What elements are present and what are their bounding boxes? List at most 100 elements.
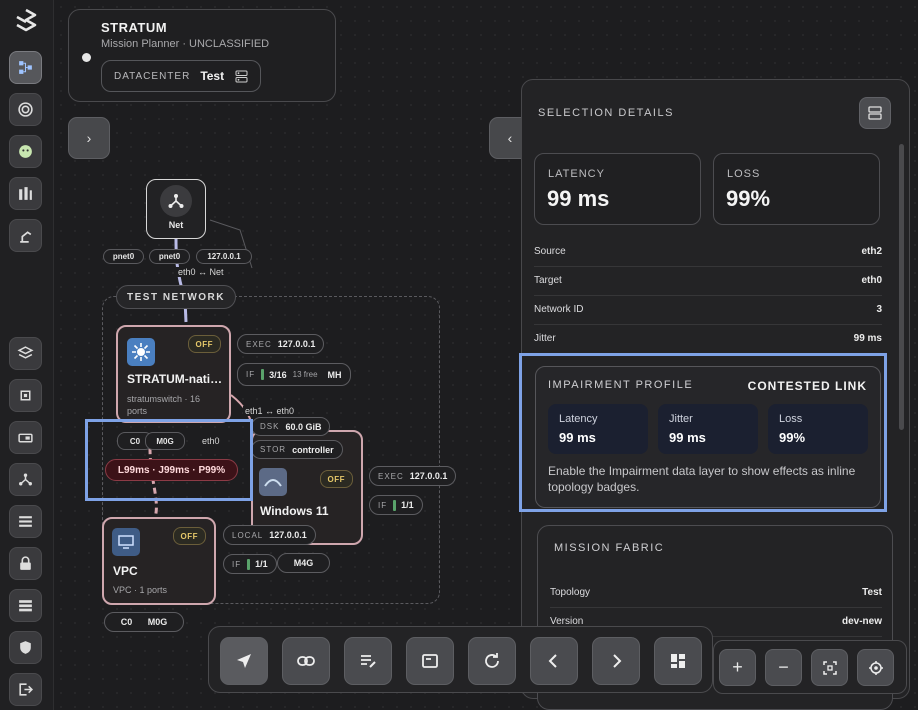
previous-button[interactable]	[530, 637, 578, 685]
cursor-arrow-icon	[237, 654, 251, 668]
dsk-value: 60.0 GiB	[285, 421, 322, 432]
windows-if-pill: IF 1/1	[369, 495, 423, 515]
fabric-title: MISSION FABRIC	[554, 542, 665, 554]
switch-meta-ports: ports	[127, 406, 148, 416]
mem-value: M4G	[293, 558, 314, 568]
chevron-left-icon	[548, 654, 557, 668]
mem-value: M0G	[147, 617, 168, 627]
exec-key: EXEC	[246, 339, 272, 349]
local-value: 127.0.0.1	[269, 530, 307, 540]
if-usage-bar	[247, 558, 251, 570]
if-value: 1/1	[401, 500, 414, 510]
cpu-value: C0	[120, 617, 133, 627]
loss-value: 99%	[726, 186, 771, 211]
if-extra: MH	[327, 369, 342, 380]
zoom-in-button[interactable]: +	[719, 649, 756, 686]
net-chip-pnet0-b: pnet0	[149, 249, 190, 264]
row-value: Test	[862, 587, 882, 598]
latency-value: 99 ms	[547, 186, 610, 211]
center-view-button[interactable]	[857, 649, 894, 686]
window-tool-button[interactable]	[406, 637, 454, 685]
latency-label: LATENCY	[548, 168, 605, 180]
row-value: dev-new	[841, 616, 882, 627]
row-key: Topology	[550, 587, 591, 598]
panel-title: SELECTION DETAILS	[538, 107, 674, 119]
windows-name: Windows 11	[260, 504, 329, 518]
plus-icon: +	[732, 657, 743, 677]
vpc-name: VPC	[113, 564, 138, 578]
row-value: 99 ms	[853, 333, 882, 344]
if-free: 13 free	[292, 370, 318, 379]
fabric-row-topology: Topology Test	[550, 578, 882, 608]
window-icon	[422, 654, 438, 668]
latency-stat: LATENCY 99 ms	[534, 153, 701, 225]
switch-node[interactable]: OFF STRATUM-nati… stratumswitch · 16 por…	[116, 325, 231, 423]
detail-row-jitter: Jitter 99 ms	[534, 324, 882, 353]
if-key: IF	[246, 370, 256, 379]
edge-label-sw-win: eth1 ↔ eth0	[243, 406, 297, 416]
detail-row-source: Source eth2	[534, 237, 882, 267]
power-status-badge: OFF	[172, 527, 206, 545]
crosshair-icon	[868, 660, 883, 675]
windows-icon	[259, 468, 287, 496]
stor-value: controller	[292, 444, 334, 455]
net-chip-pnet0-a: pnet0	[103, 249, 144, 264]
refresh-button[interactable]	[468, 637, 516, 685]
select-tool-button[interactable]	[220, 637, 268, 685]
row-value: eth0	[861, 275, 882, 286]
bottom-toolbar	[208, 626, 713, 693]
if-usage-bar	[261, 369, 265, 380]
windows-mem-pill: M4G	[277, 553, 330, 573]
detail-row-network-id: Network ID 3	[534, 295, 882, 325]
group-label: TEST NETWORK	[116, 285, 236, 309]
vpc-meta: VPC · 1 ports	[113, 585, 168, 595]
zoom-controls: + −	[713, 640, 907, 694]
local-key: LOCAL	[232, 530, 264, 540]
switch-exec-pill: EXEC 127.0.0.1	[237, 334, 325, 354]
dashboard-icon	[671, 654, 685, 668]
net-chip-ip: 127.0.0.1	[196, 249, 252, 264]
if-value: 3/16	[269, 369, 287, 380]
refresh-icon	[485, 653, 499, 668]
row-key: Network ID	[534, 304, 584, 315]
minus-icon: −	[778, 657, 789, 677]
if-value: 1/1	[255, 559, 268, 569]
windows-stor-pill: STOR controller	[251, 440, 343, 459]
panel-scrollbar[interactable]	[899, 144, 904, 430]
net-node-label: Net	[168, 220, 184, 230]
dashboard-button[interactable]	[654, 637, 702, 685]
power-status-badge: OFF	[187, 335, 221, 353]
fit-view-icon	[822, 660, 837, 675]
exec-value: 127.0.0.1	[409, 471, 448, 481]
row-value: eth2	[861, 246, 882, 257]
network-icon	[160, 185, 192, 217]
windows-exec-pill: EXEC 127.0.0.1	[369, 466, 457, 486]
power-status-badge: OFF	[319, 470, 353, 488]
windows-dsk-pill: DSK 60.0 GiB	[251, 417, 331, 436]
loss-stat: LOSS 99%	[713, 153, 880, 225]
edit-list-icon	[361, 655, 376, 668]
row-key: Jitter	[534, 333, 556, 344]
zoom-out-button[interactable]: −	[765, 649, 802, 686]
if-key: IF	[378, 500, 388, 510]
server-icon	[868, 106, 882, 120]
computer-icon	[112, 528, 140, 556]
row-value: 3	[876, 304, 882, 315]
switch-name: STRATUM-nati…	[127, 372, 223, 386]
if-key: IF	[232, 559, 242, 569]
edit-tool-button[interactable]	[344, 637, 392, 685]
next-button[interactable]	[592, 637, 640, 685]
impairment-highlight	[519, 353, 887, 512]
row-key: Source	[534, 246, 566, 257]
vpc-if-pill: IF 1/1	[223, 554, 277, 574]
stor-key: STOR	[260, 445, 287, 454]
link-tool-button[interactable]	[282, 637, 330, 685]
switch-icon	[127, 338, 155, 366]
fit-view-button[interactable]	[811, 649, 848, 686]
switch-if-pill: IF 3/16 13 free MH	[237, 363, 351, 386]
vpc-node[interactable]: OFF VPC VPC · 1 ports	[102, 517, 216, 605]
panel-menu-button[interactable]	[859, 97, 891, 129]
net-node[interactable]: Net	[146, 179, 206, 239]
dsk-key: DSK	[260, 422, 280, 431]
exec-value: 127.0.0.1	[277, 339, 316, 349]
